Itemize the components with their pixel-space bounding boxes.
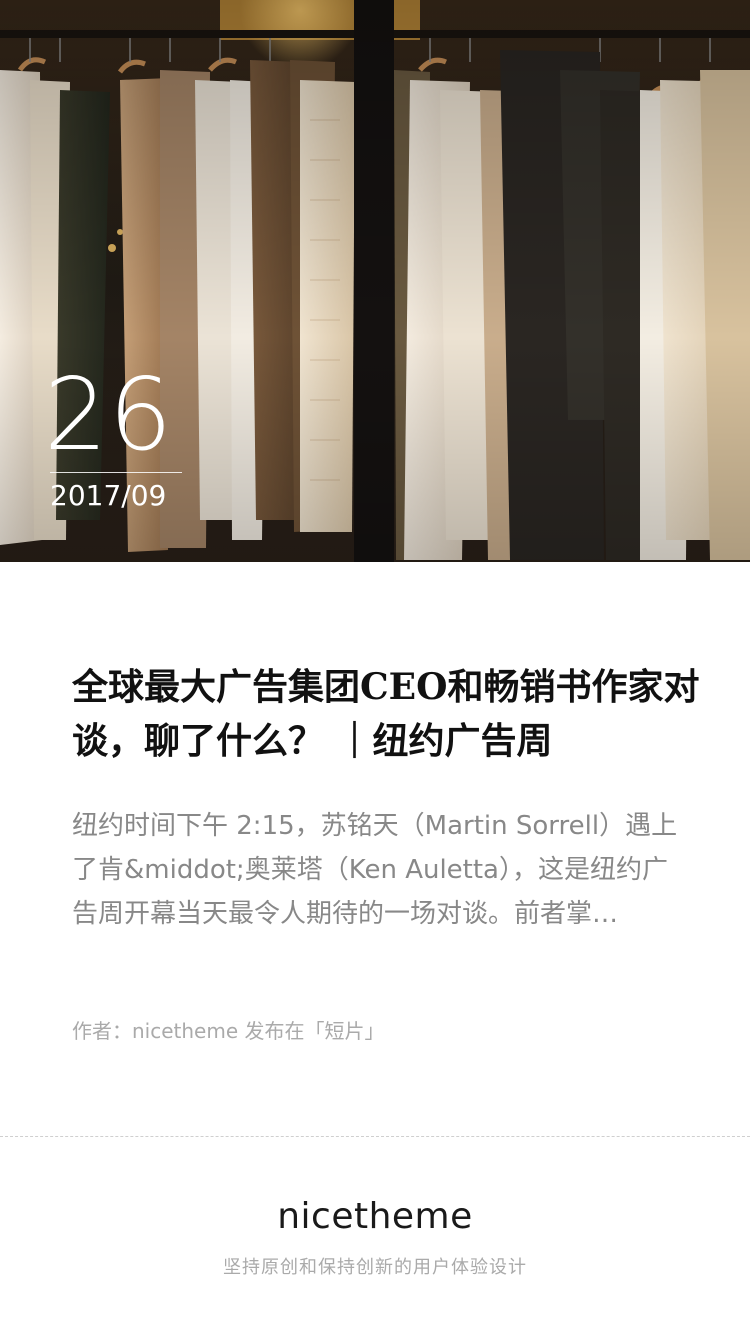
hero-image: 26 2017/09 xyxy=(0,0,750,562)
dashed-divider xyxy=(0,1136,750,1137)
article-title[interactable]: 全球最大广告集团CEO和畅销书作家对谈，聊了什么？ ｜纽约广告周 xyxy=(72,660,712,768)
date-day: 26 xyxy=(44,356,174,473)
article-excerpt: 纽约时间下午 2:15，苏铭天（Martin Sorrell）遇上了肯&midd… xyxy=(72,811,678,929)
footer-slogan: 坚持原创和保持创新的用户体验设计 xyxy=(223,1257,527,1278)
date-month: 2017/09 xyxy=(50,479,167,512)
article-meta: 作者：nicetheme 发布在「短片」 xyxy=(72,1019,385,1043)
nicetheme-logo: nicetheme xyxy=(277,1196,473,1237)
share-card: 26 2017/09 全球最大广告集团CEO和畅销书作家对谈，聊了什么？ ｜纽约… xyxy=(0,0,750,1334)
date-divider xyxy=(50,472,182,473)
